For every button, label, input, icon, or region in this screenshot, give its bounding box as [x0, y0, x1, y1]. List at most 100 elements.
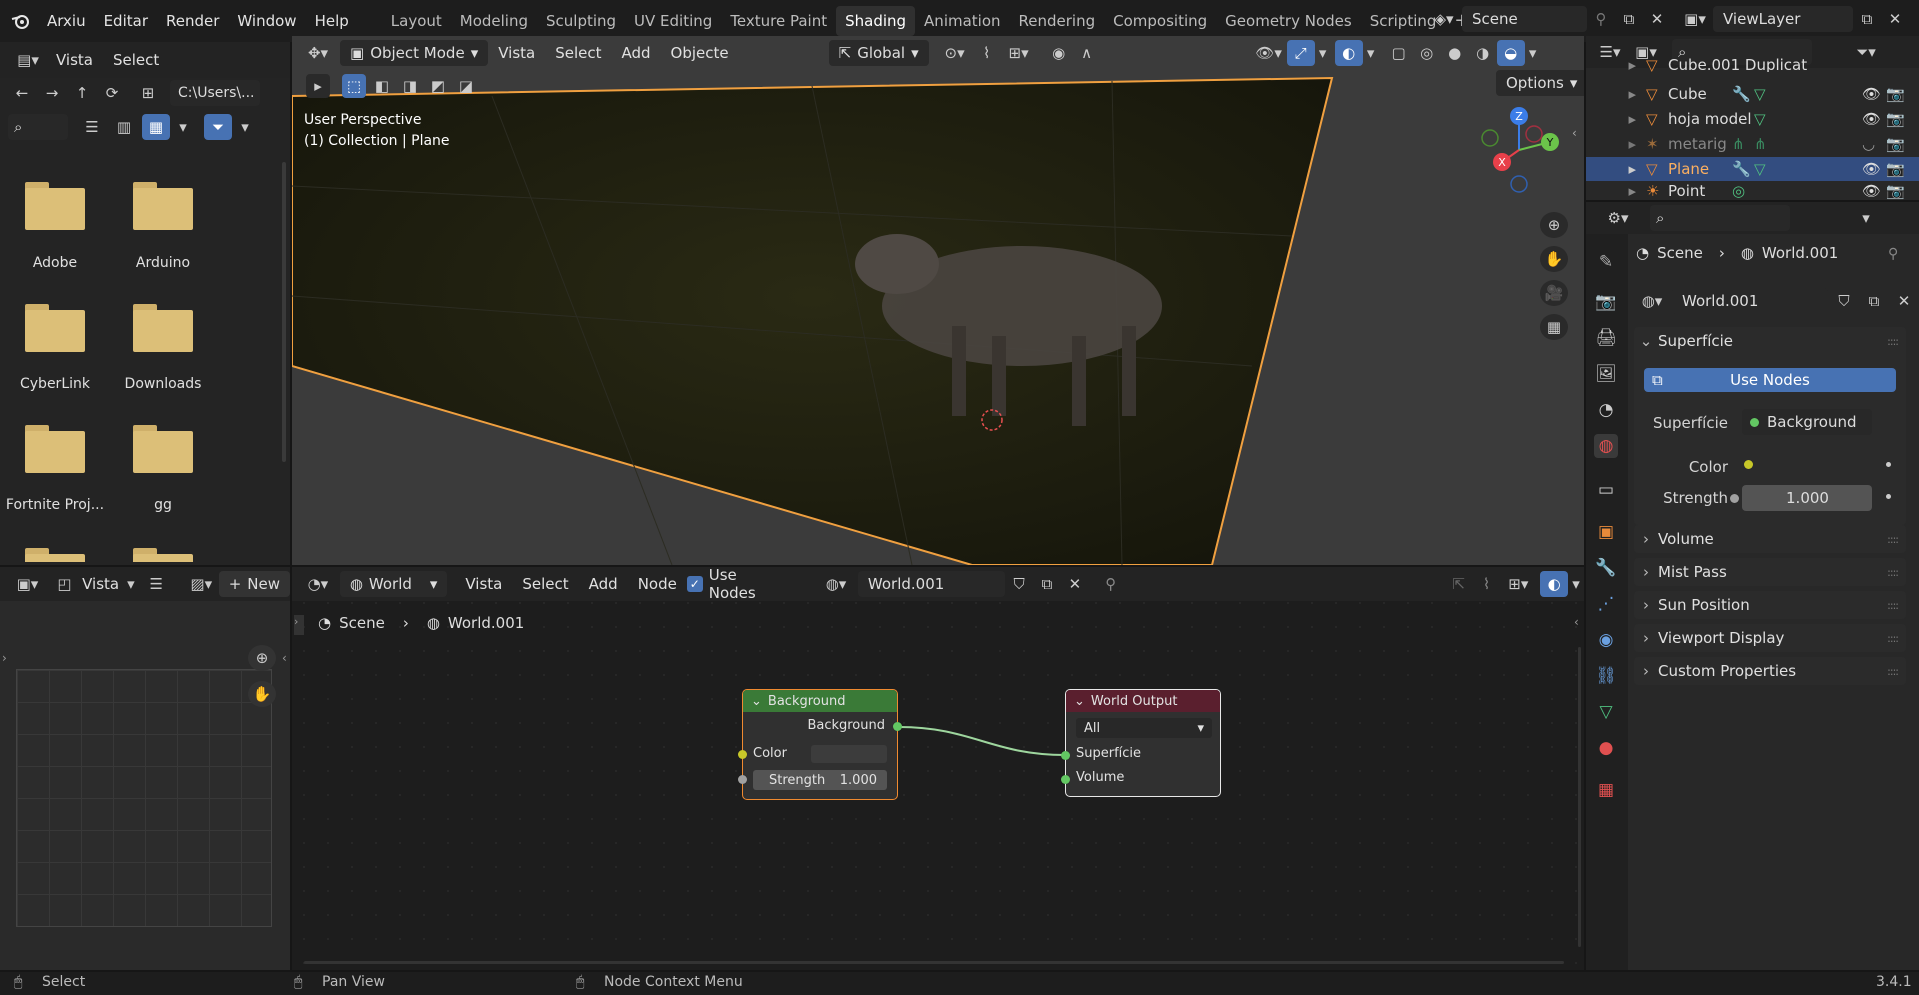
outliner-row-cube-001[interactable]: ▸ ▽ Cube.001 Duplicat	[1586, 58, 1916, 72]
tab-sculpting[interactable]: Sculpting	[537, 6, 625, 36]
drag-grip-icon[interactable]: ::::	[1887, 533, 1899, 546]
viewlayer-name-field[interactable]: ViewLayer	[1713, 6, 1853, 32]
editor-type-icon[interactable]: ▤▾	[10, 47, 46, 73]
node-editor-panel[interactable]: ◔▾ ◍ World ▾ Vista Select Add Node ✓ Use…	[292, 566, 1584, 970]
panel-sun-position[interactable]: › Sun Position::::	[1634, 591, 1906, 619]
visibility-icon[interactable]: 👁▾	[1251, 40, 1287, 66]
delete-viewlayer-icon[interactable]: ✕	[1881, 6, 1909, 32]
tab-shading[interactable]: Shading	[836, 6, 916, 36]
new-folder-icon[interactable]: ⊞	[134, 80, 162, 106]
material-tab-icon[interactable]: ●	[1594, 736, 1618, 760]
tab-rendering[interactable]: Rendering	[1010, 6, 1105, 36]
gizmo-chevron-icon[interactable]: ▾	[1315, 40, 1331, 66]
drag-grip-icon[interactable]: ::::	[1887, 335, 1899, 348]
select-box-new-icon[interactable]: ⬚	[342, 74, 366, 98]
view-layer-tab-icon[interactable]: 🖼	[1594, 362, 1618, 386]
file-browser-menu-select[interactable]: Select	[103, 51, 169, 69]
scrollbar[interactable]	[282, 162, 286, 462]
toolbar-toggle-chevron-icon[interactable]: ›	[2, 651, 7, 665]
input-strength-socket[interactable]	[738, 775, 747, 784]
input-volume-socket[interactable]	[1061, 775, 1070, 784]
gizmo-toggle-icon[interactable]: ⤢	[1286, 40, 1315, 66]
background-node[interactable]: ⌄ Background Background Color Strength 1…	[738, 689, 902, 800]
rendered-shading-icon[interactable]: ◒	[1496, 40, 1525, 66]
parent-directory-icon[interactable]: ↑	[68, 80, 96, 106]
texture-tab-icon[interactable]: ▦	[1594, 778, 1618, 802]
tab-compositing[interactable]: Compositing	[1104, 6, 1216, 36]
scene-tab-icon[interactable]: ◔	[1594, 398, 1618, 422]
properties-search-input[interactable]: ⌕	[1650, 205, 1790, 231]
unlink-world-icon[interactable]: ✕	[1890, 288, 1918, 314]
fake-user-shield-icon[interactable]: ⛉	[1830, 288, 1858, 314]
refresh-icon[interactable]: ⟳	[98, 80, 126, 106]
particles-tab-icon[interactable]: ⋰	[1594, 592, 1618, 616]
chevron-down-icon[interactable]: ▾	[123, 571, 139, 597]
visibility-eye-icon[interactable]: 👁	[1862, 182, 1881, 200]
panel-volume[interactable]: › Volume::::	[1634, 525, 1906, 553]
tool-tab-icon[interactable]: ✎	[1594, 250, 1618, 274]
chevron-down-icon[interactable]: ⌄	[751, 694, 762, 709]
hidden-eye-icon[interactable]: ◡	[1862, 135, 1875, 153]
keyframe-dot-icon[interactable]	[1886, 494, 1891, 499]
tab-animation[interactable]: Animation	[915, 6, 1009, 36]
panel-custom-properties[interactable]: › Custom Properties::::	[1634, 657, 1906, 685]
vertical-scrollbar[interactable]	[1578, 647, 1581, 947]
expand-arrow-icon[interactable]: ▸	[1586, 160, 1646, 178]
tab-texture-paint[interactable]: Texture Paint	[721, 6, 836, 36]
render-camera-icon[interactable]: 📷	[1886, 135, 1905, 153]
pivot-point-icon[interactable]: ⊙▾	[937, 40, 973, 66]
pan-hand-icon[interactable]: ✋	[248, 681, 276, 707]
filter-settings-chevron-icon[interactable]: ▾	[236, 114, 254, 140]
drag-grip-icon[interactable]: ::::	[1887, 599, 1899, 612]
world-tab-icon[interactable]: ◍	[1594, 434, 1618, 458]
pin-icon[interactable]: ⚲	[1888, 246, 1898, 262]
render-tab-icon[interactable]: 📷	[1594, 290, 1618, 314]
sidebar-toggle-chevron-icon[interactable]: ‹	[1572, 126, 1577, 140]
viewport-3d[interactable]: ✥▾ ▣ Object Mode ▾ Vista Select Add Obje…	[292, 36, 1584, 565]
select-box-invert-icon[interactable]: ◩	[426, 74, 450, 98]
options-dropdown[interactable]: Options ▾	[1496, 70, 1584, 96]
color-swatch[interactable]	[811, 745, 887, 763]
strength-slider[interactable]: Strength 1.000	[753, 770, 887, 790]
image-editor-type-icon[interactable]: ▣▾	[10, 571, 45, 597]
path-field[interactable]: C:\Users\...	[170, 80, 260, 106]
outliner-row-plane[interactable]: ▸ ▽ Plane 🔧 ▽ 👁 📷	[1586, 157, 1919, 181]
drag-grip-icon[interactable]: ::::	[1887, 566, 1899, 579]
menu-help[interactable]: Help	[306, 6, 358, 36]
world-output-node[interactable]: ⌄ World Output All ▾ Superfície Volume	[1061, 689, 1221, 797]
grid-perspective-icon[interactable]: ▦	[1540, 314, 1568, 340]
select-box-extend-icon[interactable]: ◧	[370, 74, 394, 98]
target-dropdown[interactable]: All ▾	[1076, 718, 1212, 738]
physics-tab-icon[interactable]: ◉	[1594, 628, 1618, 652]
node-header[interactable]: ⌄ Background	[743, 690, 897, 712]
image-browse-icon[interactable]: ▨▾	[184, 571, 219, 597]
filter-icon[interactable]: ⏷	[204, 114, 232, 140]
view-mode-icon[interactable]: ◰	[51, 571, 78, 597]
snap-target-icon[interactable]: ⊞▾	[1001, 40, 1037, 66]
collection-tab-icon[interactable]: ▭	[1594, 478, 1618, 502]
hamburger-menu-icon[interactable]: ☰	[143, 571, 170, 597]
back-arrow-icon[interactable]: ←	[8, 80, 36, 106]
keyframe-dot-icon[interactable]	[1886, 462, 1891, 467]
list-vertical-icon[interactable]: ☰	[78, 114, 106, 140]
expand-arrow-icon[interactable]: ▸	[1586, 110, 1646, 128]
tab-layout[interactable]: Layout	[382, 6, 451, 36]
delete-scene-icon[interactable]: ✕	[1643, 6, 1671, 32]
modifier-tab-icon[interactable]: 🔧	[1594, 556, 1618, 580]
viewport-menu-object[interactable]: Objecte	[661, 44, 739, 62]
zoom-icon[interactable]: ⊕	[1540, 212, 1568, 238]
new-viewlayer-icon[interactable]: ⧉	[1853, 6, 1881, 32]
overlay-chevron-icon[interactable]: ▾	[1363, 40, 1379, 66]
menu-render[interactable]: Render	[157, 6, 228, 36]
input-color-socket[interactable]	[738, 750, 747, 759]
material-shading-icon[interactable]: ◑	[1469, 40, 1497, 66]
navigation-gizmo[interactable]: Z Y X	[1474, 98, 1564, 198]
menu-file[interactable]: Arxiu	[38, 6, 95, 36]
input-surface-socket[interactable]	[1061, 751, 1070, 760]
falloff-icon[interactable]: ∧	[1073, 40, 1101, 66]
viewport-menu-view[interactable]: Vista	[488, 44, 545, 62]
output-tab-icon[interactable]: 🖨	[1594, 326, 1618, 350]
transform-orientation-dropdown[interactable]: ⇱ Global ▾	[828, 40, 929, 66]
drag-grip-icon[interactable]: ::::	[1887, 632, 1899, 645]
image-editor-menu-view[interactable]: Vista	[78, 575, 123, 593]
